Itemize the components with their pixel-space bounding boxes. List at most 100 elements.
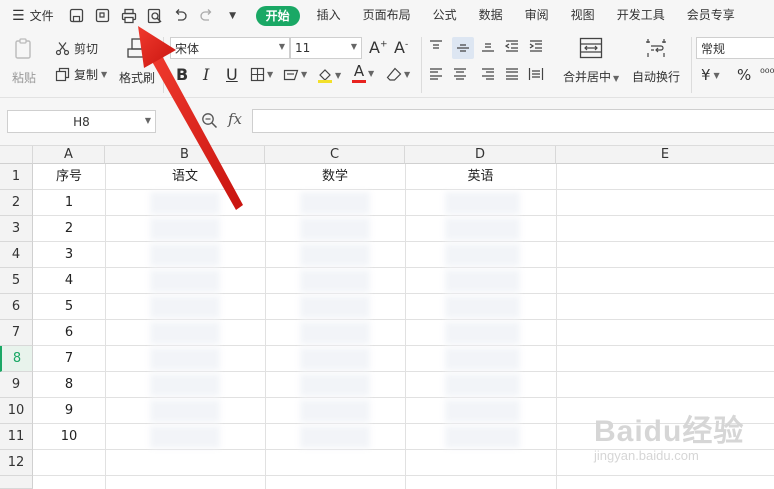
decrease-font-button[interactable]: A-	[394, 38, 408, 57]
tab-home[interactable]: 开始	[255, 5, 300, 26]
align-left-button[interactable]	[428, 67, 444, 81]
merge-center-button[interactable]: 合并居中 ▼	[563, 37, 619, 85]
percent-button[interactable]: %	[737, 66, 751, 84]
cell-style-button[interactable]: ▼	[283, 67, 307, 82]
column-header-a[interactable]: A	[33, 146, 105, 164]
decrease-font-icon: A-	[394, 38, 409, 57]
copy-dropdown-icon[interactable]: ▼	[101, 70, 107, 79]
merge-center-label: 合并居中	[563, 70, 612, 84]
font-color-button[interactable]: A ▼	[352, 64, 374, 83]
row-header[interactable]: 11	[0, 424, 33, 450]
align-middle-button[interactable]	[452, 37, 474, 59]
redacted-cell	[445, 348, 520, 370]
row-header-active[interactable]: 8	[0, 346, 33, 372]
tab-insert[interactable]: 插入	[306, 0, 352, 31]
align-top-button[interactable]	[428, 39, 444, 53]
bold-button[interactable]: B	[176, 65, 188, 84]
cell-serial[interactable]: 1	[33, 190, 105, 216]
clear-button[interactable]: ▼	[386, 67, 410, 82]
file-menu[interactable]: ☰ 文件	[12, 7, 54, 24]
cell-serial[interactable]: 8	[33, 372, 105, 398]
distributed-button[interactable]	[528, 67, 544, 81]
row-header[interactable]: 9	[0, 372, 33, 398]
underline-button[interactable]: U	[226, 65, 238, 84]
select-all-corner[interactable]	[0, 146, 33, 164]
tab-member[interactable]: 会员专享	[676, 0, 746, 31]
font-name-select[interactable]: 宋体 ▼	[170, 37, 290, 59]
print-icon[interactable]	[120, 7, 138, 25]
wrap-text-button[interactable]: 自动换行	[632, 37, 680, 85]
tab-data[interactable]: 数据	[468, 0, 514, 31]
column-header-c[interactable]: C	[265, 146, 405, 164]
row-header[interactable]: 4	[0, 242, 33, 268]
paste-button[interactable]: 粘贴	[12, 37, 36, 86]
row-header[interactable]: 12	[0, 450, 33, 476]
align-right-icon	[480, 67, 496, 81]
cell-serial[interactable]: 4	[33, 268, 105, 294]
cell-header-chinese[interactable]: 语文	[105, 164, 265, 190]
fill-color-button[interactable]: ▼	[317, 67, 341, 83]
export-pdf-icon[interactable]	[94, 7, 112, 25]
redacted-cell	[300, 400, 370, 422]
redacted-cell	[300, 426, 370, 448]
thousands-icon: ⁰⁰⁰	[760, 66, 774, 80]
insert-function-button[interactable]: fx	[228, 110, 242, 128]
row-header[interactable]: 2	[0, 190, 33, 216]
cell-serial[interactable]: 10	[33, 424, 105, 450]
redacted-cell	[445, 192, 520, 214]
align-middle-icon	[455, 41, 471, 55]
cell-serial[interactable]: 3	[33, 242, 105, 268]
tab-review[interactable]: 审阅	[514, 0, 560, 31]
cell-serial[interactable]: 9	[33, 398, 105, 424]
zoom-icon[interactable]	[201, 112, 218, 132]
ribbon-divider	[163, 37, 164, 93]
align-bottom-button[interactable]	[480, 39, 496, 53]
undo-icon[interactable]	[172, 7, 190, 25]
cell-header-serial[interactable]: 序号	[33, 164, 105, 190]
cell-serial[interactable]: 5	[33, 294, 105, 320]
copy-button[interactable]: 复制 ▼	[55, 66, 107, 83]
align-right-button[interactable]	[480, 67, 496, 81]
quick-access-dropdown-icon[interactable]: ▼	[224, 7, 242, 25]
row-header[interactable]: 6	[0, 294, 33, 320]
column-header-d[interactable]: D	[405, 146, 556, 164]
tab-formulas[interactable]: 公式	[422, 0, 468, 31]
currency-button[interactable]: ¥ ▼	[701, 66, 720, 84]
percent-icon: %	[737, 66, 752, 84]
redo-icon[interactable]	[198, 7, 216, 25]
justify-button[interactable]	[504, 67, 520, 81]
cut-button[interactable]: 剪切	[55, 40, 98, 57]
formula-input[interactable]	[252, 109, 774, 133]
cell-serial[interactable]: 7	[33, 346, 105, 372]
cell-header-english[interactable]: 英语	[405, 164, 556, 190]
column-header-b[interactable]: B	[105, 146, 265, 164]
decrease-indent-button[interactable]	[504, 39, 520, 53]
cell-serial[interactable]: 6	[33, 320, 105, 346]
tab-page-layout[interactable]: 页面布局	[352, 0, 422, 31]
tab-developer[interactable]: 开发工具	[606, 0, 676, 31]
cell-header-math[interactable]: 数学	[265, 164, 405, 190]
row-header[interactable]: 5	[0, 268, 33, 294]
print-preview-icon[interactable]	[146, 7, 164, 25]
cell-serial[interactable]: 2	[33, 216, 105, 242]
format-painter-button[interactable]: 格式刷	[119, 37, 155, 86]
column-header-e[interactable]: E	[556, 146, 774, 164]
row-header[interactable]	[0, 476, 33, 489]
grid-line	[105, 164, 106, 489]
align-center-button[interactable]	[452, 67, 468, 81]
increase-indent-button[interactable]	[528, 39, 544, 53]
watermark-logo: Baidu经验	[594, 415, 745, 448]
thousands-button[interactable]: ⁰⁰⁰	[760, 66, 774, 80]
save-icon[interactable]	[68, 7, 86, 25]
borders-button[interactable]: ▼	[250, 67, 273, 82]
row-header[interactable]: 1	[0, 164, 33, 190]
increase-font-button[interactable]: A+	[369, 38, 388, 57]
row-header[interactable]: 7	[0, 320, 33, 346]
italic-button[interactable]: I	[203, 65, 209, 84]
tab-view[interactable]: 视图	[560, 0, 606, 31]
number-format-select[interactable]: 常规	[696, 37, 774, 59]
row-header[interactable]: 10	[0, 398, 33, 424]
name-box[interactable]: H8 ▼	[7, 110, 156, 133]
row-header[interactable]: 3	[0, 216, 33, 242]
font-size-select[interactable]: 11 ▼	[290, 37, 362, 59]
